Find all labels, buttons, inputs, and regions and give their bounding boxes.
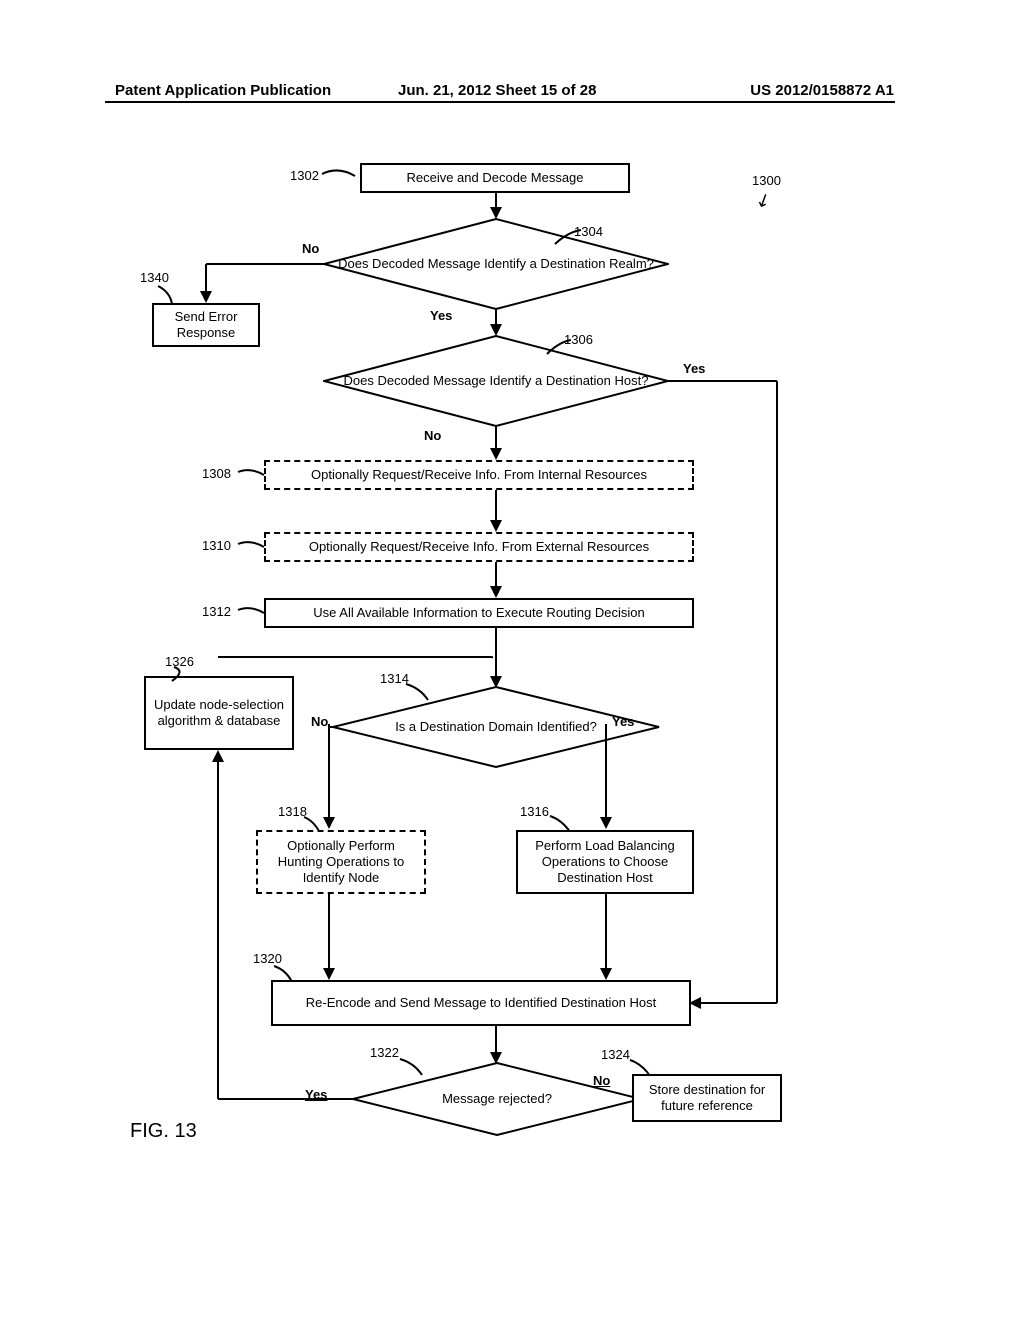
label-no-1322: No <box>593 1073 610 1088</box>
label-no-1314: No <box>311 714 328 729</box>
diamond-rejected-text: Message rejected? <box>352 1091 642 1107</box>
ref-1314: 1314 <box>380 671 409 686</box>
ref-1308: 1308 <box>202 466 231 481</box>
ref-1306: 1306 <box>564 332 593 347</box>
diamond-dest-host: Does Decoded Message Identify a Destinat… <box>323 335 669 427</box>
box-routing-decision: Use All Available Information to Execute… <box>264 598 694 628</box>
label-no-1304: No <box>302 241 319 256</box>
label-yes-1322: Yes <box>305 1087 327 1102</box>
box-store-destination: Store destination for future reference <box>632 1074 782 1122</box>
ref-1310: 1310 <box>202 538 231 553</box>
box-hunting: Optionally Perform Hunting Operations to… <box>256 830 426 894</box>
diamond-dest-host-text: Does Decoded Message Identify a Destinat… <box>323 373 669 389</box>
flowchart: 1300 ↙ Receive and Decode Message 1302 D… <box>0 110 1024 1320</box>
label-no-1306: No <box>424 428 441 443</box>
ref-1300: 1300 <box>752 173 781 188</box>
box-send-error: Send Error Response <box>152 303 260 347</box>
figure-label: FIG. 13 <box>130 1120 197 1143</box>
ref-1320: 1320 <box>253 951 282 966</box>
label-yes-1314: Yes <box>612 714 634 729</box>
ref-1302: 1302 <box>290 168 319 183</box>
label-yes-1304: Yes <box>430 308 452 323</box>
diamond-dest-realm-text: Does Decoded Message Identify a Destinat… <box>323 256 669 272</box>
ref-1326: 1326 <box>165 654 194 669</box>
ref-1340: 1340 <box>140 270 169 285</box>
box-receive-decode: Receive and Decode Message <box>360 163 630 193</box>
ref-1324: 1324 <box>601 1047 630 1062</box>
header-left: Patent Application Publication <box>115 82 331 99</box>
diamond-domain-text: Is a Destination Domain Identified? <box>332 719 660 735</box>
ref-1300-arrow: ↙ <box>752 188 775 213</box>
ref-1318: 1318 <box>278 804 307 819</box>
ref-1304: 1304 <box>574 224 603 239</box>
box-reencode-send: Re-Encode and Send Message to Identified… <box>271 980 691 1026</box>
header-right: US 2012/0158872 A1 <box>750 82 894 99</box>
ref-1322: 1322 <box>370 1045 399 1060</box>
box-load-balancing: Perform Load Balancing Operations to Cho… <box>516 830 694 894</box>
diamond-dest-realm: Does Decoded Message Identify a Destinat… <box>323 218 669 310</box>
ref-1312: 1312 <box>202 604 231 619</box>
box-update-algorithm: Update node-selection algorithm & databa… <box>144 676 294 750</box>
header-mid: Jun. 21, 2012 Sheet 15 of 28 <box>398 82 596 99</box>
diamond-domain-identified: Is a Destination Domain Identified? <box>332 686 660 768</box>
ref-1316: 1316 <box>520 804 549 819</box>
box-external-resources: Optionally Request/Receive Info. From Ex… <box>264 532 694 562</box>
box-internal-resources: Optionally Request/Receive Info. From In… <box>264 460 694 490</box>
header-rule <box>105 101 895 103</box>
label-yes-1306: Yes <box>683 361 705 376</box>
